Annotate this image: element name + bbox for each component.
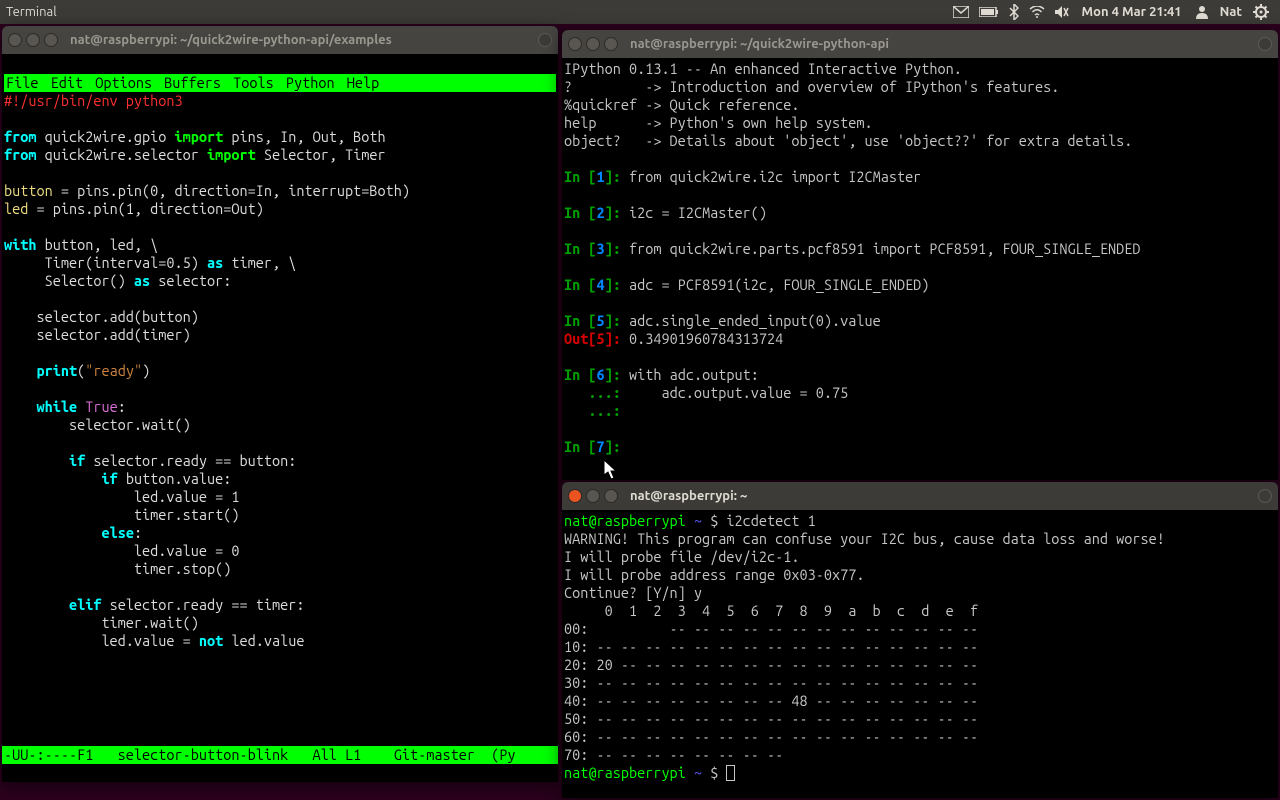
- shell-body[interactable]: nat@raspberrypi ~ $ i2cdetect 1 WARNING!…: [562, 510, 1278, 798]
- shell-titlebar[interactable]: nat@raspberrypi: ~: [562, 482, 1278, 510]
- volume-icon[interactable]: [1055, 5, 1069, 19]
- maximize-button[interactable]: [604, 37, 618, 51]
- ipython-title: nat@raspberrypi: ~/quick2wire-python-api: [630, 37, 889, 51]
- shell-window[interactable]: nat@raspberrypi: ~ nat@raspberrypi ~ $ i…: [562, 482, 1278, 798]
- ipython-titlebar[interactable]: nat@raspberrypi: ~/quick2wire-python-api: [562, 30, 1278, 58]
- close-button[interactable]: [568, 37, 582, 51]
- window-menu-button[interactable]: [1258, 489, 1272, 503]
- shell-title: nat@raspberrypi: ~: [630, 489, 747, 503]
- emacs-window[interactable]: nat@raspberrypi: ~/quick2wire-python-api…: [2, 26, 558, 782]
- maximize-button[interactable]: [44, 33, 58, 47]
- user-name[interactable]: Nat: [1220, 5, 1242, 19]
- ipython-body[interactable]: IPython 0.13.1 -- An enhanced Interactiv…: [562, 58, 1278, 480]
- panel-title: Terminal: [6, 5, 57, 19]
- minimize-button[interactable]: [586, 489, 600, 503]
- wifi-icon[interactable]: [1029, 6, 1045, 18]
- top-panel: Terminal Mon 4 Mar 21:41 Nat: [0, 0, 1280, 24]
- window-menu-button[interactable]: [1258, 37, 1272, 51]
- bluetooth-icon[interactable]: [1009, 4, 1019, 20]
- mail-icon[interactable]: [953, 6, 969, 18]
- close-button[interactable]: [8, 33, 22, 47]
- clock[interactable]: Mon 4 Mar 21:41: [1082, 5, 1182, 19]
- close-button[interactable]: [568, 489, 582, 503]
- emacs-modeline: -UU-:----F1 selector-button-blink All L1…: [2, 746, 558, 764]
- user-icon[interactable]: [1195, 5, 1209, 19]
- emacs-code[interactable]: #!/usr/bin/env python3 from quick2wire.g…: [4, 92, 556, 650]
- emacs-titlebar[interactable]: nat@raspberrypi: ~/quick2wire-python-api…: [2, 26, 558, 54]
- ipython-window[interactable]: nat@raspberrypi: ~/quick2wire-python-api…: [562, 30, 1278, 480]
- emacs-title: nat@raspberrypi: ~/quick2wire-python-api…: [70, 33, 392, 47]
- emacs-menubar[interactable]: File Edit Options Buffers Tools Python H…: [4, 74, 556, 92]
- minimize-button[interactable]: [586, 37, 600, 51]
- gear-icon[interactable]: [1253, 4, 1269, 20]
- window-menu-button[interactable]: [538, 33, 552, 47]
- battery-icon[interactable]: [979, 7, 999, 17]
- minimize-button[interactable]: [26, 33, 40, 47]
- emacs-body[interactable]: File Edit Options Buffers Tools Python H…: [2, 54, 558, 746]
- maximize-button[interactable]: [604, 489, 618, 503]
- emacs-minibuffer[interactable]: [2, 764, 558, 782]
